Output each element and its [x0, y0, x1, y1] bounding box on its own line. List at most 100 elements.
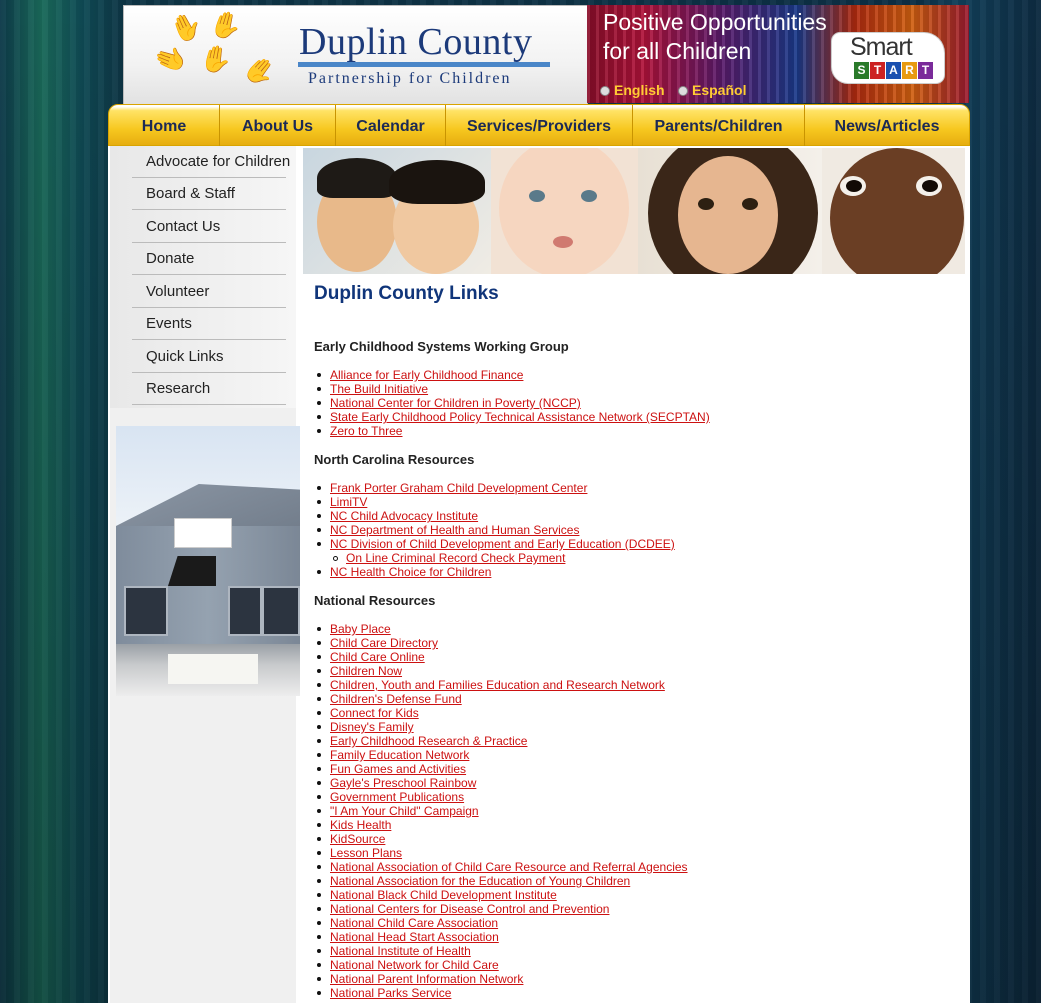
resource-link[interactable]: National Institute of Health	[330, 944, 471, 958]
list-item: Early Childhood Research & Practice	[314, 734, 688, 748]
resource-link[interactable]: Disney's Family	[330, 720, 414, 734]
radio-icon	[600, 86, 610, 97]
smart-word: Smart	[850, 33, 913, 61]
promo-line-2: for all Children	[603, 38, 752, 64]
list-item: Children Now	[314, 664, 688, 678]
list-item: National Institute of Health	[314, 944, 688, 958]
resource-link[interactable]: Gayle's Preschool Rainbow	[330, 776, 476, 790]
list-item: On Line Criminal Record Check Payment	[314, 551, 675, 565]
resource-link[interactable]: National Center for Children in Poverty …	[330, 396, 581, 410]
list-item: Kids Health	[314, 818, 688, 832]
promo-banner: Positive Opportunities for all Children …	[587, 5, 969, 103]
resource-link[interactable]: National Centers for Disease Control and…	[330, 902, 609, 916]
resource-link[interactable]: NC Health Choice for Children	[330, 565, 491, 579]
resource-link[interactable]: National Parks Service	[330, 986, 451, 1000]
list-item: National Black Child Development Institu…	[314, 888, 688, 902]
resource-link[interactable]: Baby Place	[330, 622, 391, 636]
yellow-hand-icon: ✋	[150, 38, 190, 80]
resource-link[interactable]: National Child Care Association	[330, 916, 498, 930]
red-hand-icon: ✋	[238, 49, 283, 93]
sidebar-item-board-staff[interactable]: Board & Staff	[132, 178, 286, 210]
nav-calendar[interactable]: Calendar	[336, 105, 446, 147]
list-item: KidSource	[314, 832, 688, 846]
list-item: LimiTV	[314, 495, 675, 509]
list-item: NC Department of Health and Human Servic…	[314, 523, 675, 537]
resource-link[interactable]: Lesson Plans	[330, 846, 402, 860]
radio-icon	[678, 86, 688, 97]
list-item: Lesson Plans	[314, 846, 688, 860]
smart-start-logo[interactable]: Smart START	[832, 31, 947, 85]
resource-link[interactable]: National Association for the Education o…	[330, 874, 630, 888]
resource-link[interactable]: "I Am Your Child" Campaign	[330, 804, 479, 818]
building-sign	[174, 518, 232, 548]
list-item: Connect for Kids	[314, 706, 688, 720]
section-heading-national: National Resources	[314, 593, 436, 608]
resource-link[interactable]: Child Care Online	[330, 650, 425, 664]
resource-link[interactable]: Children's Defense Fund	[330, 692, 462, 706]
nav-parents-children[interactable]: Parents/Children	[633, 105, 805, 147]
resource-link[interactable]: NC Child Advocacy Institute	[330, 509, 478, 523]
start-letter-block: T	[918, 62, 933, 79]
list-item: The Build Initiative	[314, 382, 710, 396]
language-english[interactable]: English	[600, 82, 665, 98]
resource-link[interactable]: National Network for Child Care	[330, 958, 499, 972]
list-item: National Head Start Association	[314, 930, 688, 944]
resource-link[interactable]: LimiTV	[330, 495, 367, 509]
resource-link[interactable]: Zero to Three	[330, 424, 402, 438]
resource-link[interactable]: Children Now	[330, 664, 402, 678]
list-item: NC Division of Child Development and Ear…	[314, 537, 675, 551]
resource-link[interactable]: On Line Criminal Record Check Payment	[346, 551, 565, 565]
sidebar-item-volunteer[interactable]: Volunteer	[132, 276, 286, 308]
resource-link[interactable]: Frank Porter Graham Child Development Ce…	[330, 481, 587, 495]
logo-title: Duplin County	[299, 21, 533, 63]
blue-hand-icon: ✋	[165, 6, 208, 48]
resource-link[interactable]: State Early Childhood Policy Technical A…	[330, 410, 710, 424]
resource-link[interactable]: Children, Youth and Families Education a…	[330, 678, 665, 692]
nav-home[interactable]: Home	[109, 105, 220, 147]
resource-link[interactable]: Kids Health	[330, 818, 391, 832]
sidebar-item-advocate[interactable]: Advocate for Children	[132, 146, 290, 178]
language-espanol[interactable]: Español	[678, 82, 746, 98]
list-item: National Child Care Association	[314, 916, 688, 930]
list-item: Disney's Family	[314, 720, 688, 734]
link-list-early-childhood: Alliance for Early Childhood Finance The …	[314, 368, 710, 438]
resource-link[interactable]: Government Publications	[330, 790, 464, 804]
resource-link[interactable]: Fun Games and Activities	[330, 762, 466, 776]
list-item: National Center for Children in Poverty …	[314, 396, 710, 410]
photo-toddler	[822, 148, 965, 274]
resource-link[interactable]: Connect for Kids	[330, 706, 419, 720]
resource-link[interactable]: National Black Child Development Institu…	[330, 888, 557, 902]
resource-link[interactable]: NC Division of Child Development and Ear…	[330, 537, 675, 551]
nav-services-providers[interactable]: Services/Providers	[446, 105, 633, 147]
orange-hand-icon: ✋	[206, 6, 246, 44]
start-letter-block: T	[870, 62, 885, 79]
resource-link[interactable]: Family Education Network	[330, 748, 469, 762]
building-photo	[116, 426, 300, 696]
list-item: National Parks Service	[314, 986, 688, 1000]
nav-news-articles[interactable]: News/Articles	[805, 105, 969, 147]
sidebar-item-quick-links[interactable]: Quick Links	[132, 341, 286, 373]
resource-link[interactable]: Child Care Directory	[330, 636, 438, 650]
resource-link[interactable]: The Build Initiative	[330, 382, 428, 396]
list-item: Baby Place	[314, 622, 688, 636]
list-item: Fun Games and Activities	[314, 762, 688, 776]
list-item: Frank Porter Graham Child Development Ce…	[314, 481, 675, 495]
start-blocks: START	[854, 61, 934, 79]
resource-link[interactable]: National Parent Information Network	[330, 972, 523, 986]
link-list-north-carolina: Frank Porter Graham Child Development Ce…	[314, 481, 675, 579]
resource-link[interactable]: NC Department of Health and Human Servic…	[330, 523, 579, 537]
resource-link[interactable]: National Head Start Association	[330, 930, 499, 944]
list-item: Government Publications	[314, 790, 688, 804]
list-item: Zero to Three	[314, 424, 710, 438]
sidebar-item-research[interactable]: Research	[132, 373, 286, 405]
resource-link[interactable]: National Association of Child Care Resou…	[330, 860, 688, 874]
list-item: Child Care Online	[314, 650, 688, 664]
sidebar-item-donate[interactable]: Donate	[132, 243, 286, 275]
resource-link[interactable]: Alliance for Early Childhood Finance	[330, 368, 523, 382]
resource-link[interactable]: Early Childhood Research & Practice	[330, 734, 527, 748]
nav-about-us[interactable]: About Us	[220, 105, 336, 147]
sidebar-item-contact-us[interactable]: Contact Us	[132, 211, 286, 243]
resource-link[interactable]: KidSource	[330, 832, 385, 846]
site-logo[interactable]: ✋ ✋ ✋ ✋ ✋ Duplin County Partnership for …	[123, 5, 588, 105]
sidebar-item-events[interactable]: Events	[132, 308, 286, 340]
